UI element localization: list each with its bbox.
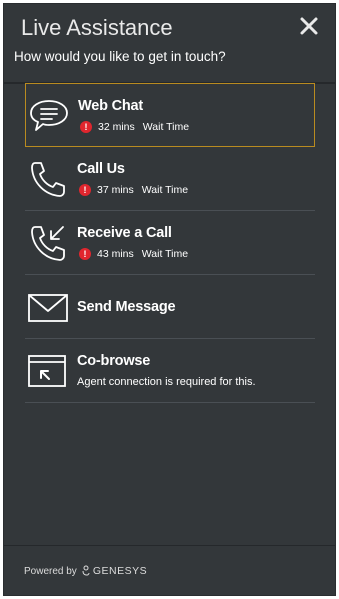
warning-icon: ! xyxy=(80,121,92,133)
genesys-logo-icon xyxy=(82,565,90,576)
option-name: Co-browse xyxy=(77,353,151,369)
wait-mins: 37 mins xyxy=(97,184,134,196)
phone-incoming-icon xyxy=(31,226,65,261)
wait-mins: 32 mins xyxy=(98,121,135,133)
panel-title: Live Assistance xyxy=(21,15,173,40)
powered-by-label: Powered by xyxy=(24,565,77,577)
option-send-message[interactable]: Send Message xyxy=(25,275,315,339)
panel-header: Live Assistance How would you like to ge… xyxy=(4,4,335,84)
wait-time: ! 43 mins Wait Time xyxy=(79,248,188,260)
cobrowse-icon xyxy=(28,355,66,387)
wait-mins: 43 mins xyxy=(97,248,134,260)
envelope-icon xyxy=(28,294,68,322)
wait-label: Wait Time xyxy=(142,121,190,133)
panel-subtitle: How would you like to get in touch? xyxy=(14,49,226,64)
live-assistance-panel: Live Assistance How would you like to ge… xyxy=(3,3,336,596)
powered-by: Powered by GENESYS xyxy=(24,565,147,577)
warning-icon: ! xyxy=(79,248,91,260)
wait-time: ! 32 mins Wait Time xyxy=(80,121,189,133)
option-web-chat[interactable]: Web Chat ! 32 mins Wait Time xyxy=(25,83,315,147)
option-name: Call Us xyxy=(77,161,125,177)
brand-name[interactable]: GENESYS xyxy=(93,565,147,577)
option-call-us[interactable]: Call Us ! 37 mins Wait Time xyxy=(25,147,315,211)
wait-time: ! 37 mins Wait Time xyxy=(79,184,188,196)
option-cobrowse[interactable]: Co-browse Agent connection is required f… xyxy=(25,339,315,403)
wait-label: Wait Time xyxy=(141,248,189,260)
chat-bubble-icon xyxy=(30,100,68,131)
wait-label: Wait Time xyxy=(141,184,189,196)
warning-icon: ! xyxy=(79,184,91,196)
option-receive-call[interactable]: Receive a Call ! 43 mins Wait Time xyxy=(25,211,315,275)
option-name: Web Chat xyxy=(78,98,143,114)
option-name: Receive a Call xyxy=(77,225,172,241)
panel-footer: Powered by GENESYS xyxy=(4,545,335,595)
contact-options-list: Web Chat ! 32 mins Wait Time Call Us ! 3… xyxy=(25,83,315,403)
phone-icon xyxy=(31,162,65,197)
close-icon[interactable] xyxy=(297,14,321,38)
option-name: Send Message xyxy=(77,299,176,315)
option-description: Agent connection is required for this. xyxy=(77,376,256,388)
